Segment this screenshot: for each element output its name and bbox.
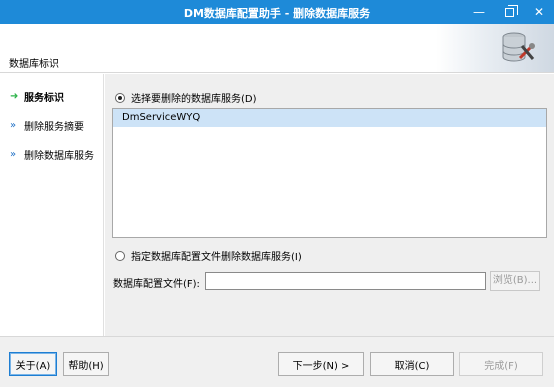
main-content: 选择要删除的数据库服务(D) DmServiceWYQ 指定数据库配置文件删除数… — [105, 74, 554, 336]
step-delete-service: » 删除数据库服务 — [10, 147, 94, 162]
step-delete-summary: » 删除服务摘要 — [10, 118, 84, 133]
steps-panel: ➜ 服务标识 » 删除服务摘要 » 删除数据库服务 — [0, 74, 104, 336]
help-button[interactable]: 帮助(H) — [63, 352, 109, 376]
minimize-button[interactable]: — — [464, 0, 494, 24]
radio-label: 选择要删除的数据库服务(D) — [131, 94, 257, 105]
radio-selected-indicator[interactable] — [115, 92, 125, 103]
radio-label: 指定数据库配置文件删除数据库服务(I) — [131, 252, 302, 263]
finish-button[interactable]: 完成(F) — [459, 352, 543, 376]
button-bar: 关于(A) 帮助(H) 下一步(N) > 取消(C) 完成(F) — [0, 336, 554, 387]
select-service-radio[interactable]: 选择要删除的数据库服务(D) — [115, 90, 257, 105]
service-list[interactable]: DmServiceWYQ — [112, 108, 547, 238]
step-label: 服务标识 — [24, 93, 64, 104]
database-tools-icon — [502, 32, 535, 62]
step-label: 删除服务摘要 — [24, 122, 84, 133]
list-item[interactable]: DmServiceWYQ — [113, 109, 546, 127]
double-arrow-icon: » — [10, 120, 17, 131]
about-button[interactable]: 关于(A) — [9, 352, 57, 376]
close-button[interactable]: ✕ — [524, 0, 554, 24]
close-icon: ✕ — [533, 5, 545, 19]
double-arrow-icon: » — [10, 149, 17, 160]
config-file-label: 数据库配置文件(F): — [113, 279, 200, 290]
config-file-radio[interactable]: 指定数据库配置文件删除数据库服务(I) — [115, 248, 302, 263]
next-button[interactable]: 下一步(N) > — [278, 352, 364, 376]
step-service-id: ➜ 服务标识 — [10, 89, 64, 104]
section-title: 数据库标识 — [9, 59, 59, 70]
green-arrow-icon: ➜ — [10, 91, 19, 102]
restore-icon — [504, 4, 518, 17]
maximize-button[interactable] — [494, 0, 524, 24]
wizard-header: 数据库标识 — [0, 24, 554, 73]
radio-unselected-indicator[interactable] — [115, 250, 125, 261]
minimize-icon: — — [473, 5, 485, 19]
title-bar: DM数据库配置助手 - 删除数据库服务 — ✕ — [0, 0, 554, 24]
cancel-button[interactable]: 取消(C) — [370, 352, 454, 376]
browse-button[interactable]: 浏览(B)... — [490, 271, 540, 291]
step-label: 删除数据库服务 — [24, 151, 94, 162]
header-banner — [436, 24, 554, 72]
config-file-input[interactable] — [205, 272, 486, 290]
